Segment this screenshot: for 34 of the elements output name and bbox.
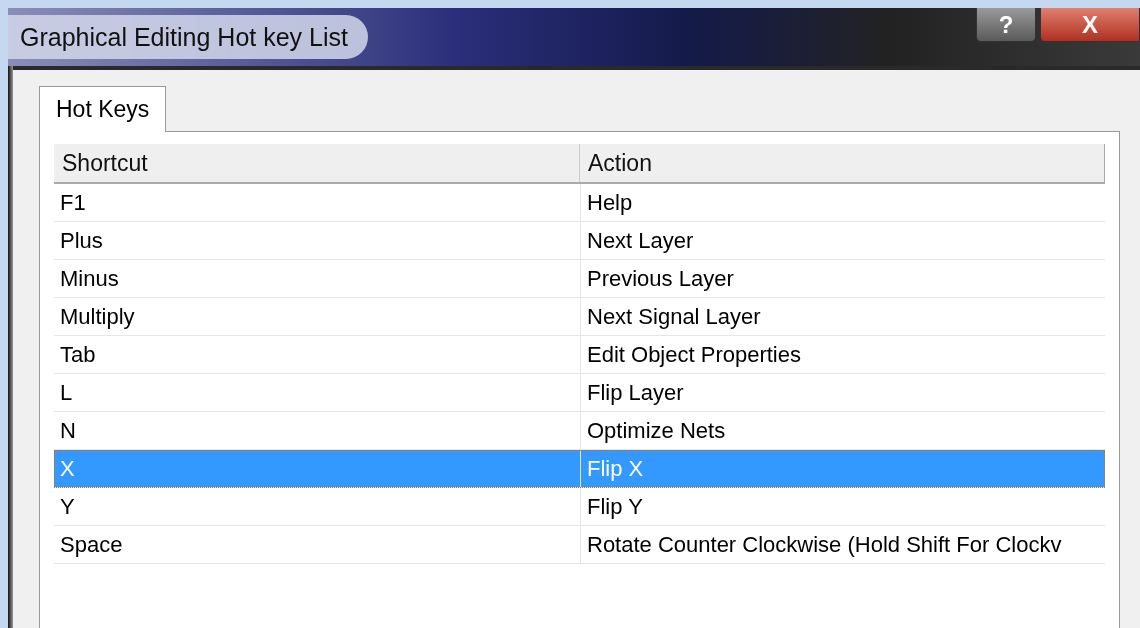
table-cell-text: Flip Layer xyxy=(586,378,685,407)
table-cell: L xyxy=(54,374,581,411)
window-title: Graphical Editing Hot key List xyxy=(8,15,368,59)
table-cell: X xyxy=(54,450,581,487)
table-cell: Multiply xyxy=(54,298,581,335)
table-cell-text: Next Layer xyxy=(586,226,695,255)
table-cell-text: Help xyxy=(586,188,634,217)
table-cell: Tab xyxy=(54,336,581,373)
table-cell-text: Previous Layer xyxy=(586,264,735,293)
table-row[interactable]: Plus Next Layer xyxy=(54,222,1105,260)
table-row[interactable]: Space Rotate Counter Clockwise (Hold Shift For Clockv xyxy=(54,526,1105,564)
table-cell: F1 xyxy=(54,184,581,221)
column-header[interactable]: Shortcut xyxy=(54,144,580,182)
table-cell-text: Optimize Nets xyxy=(586,416,727,445)
table-cell-text: Rotate Counter Clockwise (Hold Shift For Clockv xyxy=(586,530,1063,559)
table-cell: Plus xyxy=(54,222,581,259)
table-cell: Space xyxy=(54,526,581,563)
table-cell-text: Edit Object Properties xyxy=(586,340,802,369)
table-cell: N xyxy=(54,412,581,449)
close-button[interactable]: X xyxy=(1040,8,1140,42)
table-cell-text: Next Signal Layer xyxy=(586,302,762,331)
help-button[interactable]: ? xyxy=(976,8,1036,42)
table-row[interactable]: L Flip Layer xyxy=(54,374,1105,412)
table-cell-text: Flip Y xyxy=(586,492,644,521)
table-cell: Minus xyxy=(54,260,581,297)
table-row[interactable]: Multiply Next Signal Layer xyxy=(54,298,1105,336)
table-row[interactable]: Y Flip Y xyxy=(54,488,1105,526)
table-row[interactable]: Tab Edit Object Properties xyxy=(54,336,1105,374)
table-row[interactable]: Minus Previous Layer xyxy=(54,260,1105,298)
column-header[interactable]: Action xyxy=(580,144,1104,182)
table-cell: Y xyxy=(54,488,581,525)
table-row[interactable]: F1 Help xyxy=(54,184,1105,222)
table-cell-text: Flip X xyxy=(586,454,645,483)
tab[interactable]: Hot Keys xyxy=(39,86,167,132)
